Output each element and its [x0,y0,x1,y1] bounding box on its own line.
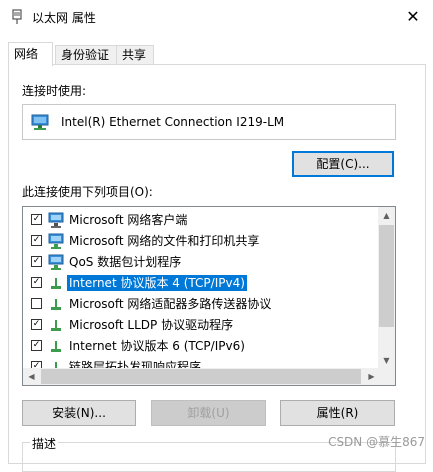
items-label: 此连接使用下列项目(O): [22,185,153,199]
vertical-scroll-thumb[interactable] [379,225,394,327]
list-item[interactable]: Microsoft 网络适配器多路传送器协议 [23,294,377,315]
list-item-label: Internet 协议版本 4 (TCP/IPv4) [67,275,247,291]
list-item[interactable]: ✓ QoS 数据包计划程序 [23,252,377,273]
list-item-label: Microsoft 网络的文件和打印机共享 [69,234,260,248]
properties-button[interactable]: 属性(R) [280,400,395,426]
title-bar: 以太网 属性 ✕ [0,0,433,34]
close-button[interactable]: ✕ [393,0,433,32]
checkbox[interactable]: ✓ [31,340,42,351]
uninstall-button[interactable]: 卸载(U) [151,400,266,426]
items-list[interactable]: ✓ Microsoft 网络客户端 ✓ Microsoft 网络的文件和打印机共… [22,206,396,386]
network-client-icon [48,212,64,228]
close-icon: ✕ [406,6,420,26]
checkbox[interactable]: ✓ [31,277,42,288]
vertical-scrollbar[interactable]: ▲ ▼ [378,207,395,369]
tab-authentication[interactable]: 身份验证 [55,45,117,65]
tab-network[interactable]: 网络 [8,42,53,66]
scroll-corner [378,368,395,385]
list-item[interactable]: ✓ Internet 协议版本 4 (TCP/IPv4) [23,273,377,294]
checkbox[interactable]: ✓ [31,256,42,267]
ethernet-icon [12,9,22,24]
protocol-icon [51,320,61,331]
network-adapter-icon [31,114,49,130]
checkbox[interactable]: ✓ [31,319,42,330]
list-item[interactable]: ✓ Microsoft LLDP 协议驱动程序 [23,315,377,336]
list-item-label: QoS 数据包计划程序 [69,255,182,269]
description-label: 描述 [30,435,59,452]
checkbox[interactable]: ✓ [31,214,42,225]
list-item[interactable]: ✓ Microsoft 网络客户端 [23,210,377,231]
list-item-label: Microsoft 网络适配器多路传送器协议 [69,297,272,311]
scroll-up-arrow-icon[interactable]: ▲ [378,207,395,224]
checkbox[interactable] [31,298,42,309]
configure-button[interactable]: 配置(C)... [292,151,394,177]
adapter-name: Intel(R) Ethernet Connection I219-LM [61,115,285,129]
protocol-icon [51,299,61,310]
horizontal-scrollbar[interactable]: ◀ ▶ [23,368,380,385]
protocol-icon [51,341,61,352]
network-service-icon [48,233,64,249]
window-title: 以太网 属性 [32,11,96,25]
list-item-label: Internet 协议版本 6 (TCP/IPv6) [69,339,245,353]
protocol-icon [51,278,61,289]
list-item[interactable]: ✓ Internet 协议版本 6 (TCP/IPv6) [23,336,377,357]
list-item[interactable]: ✓ Microsoft 网络的文件和打印机共享 [23,231,377,252]
install-button[interactable]: 安装(N)... [22,400,136,426]
scroll-left-arrow-icon[interactable]: ◀ [23,368,40,385]
horizontal-scroll-thumb[interactable] [41,369,361,384]
connect-using-label: 连接时使用: [22,84,87,98]
list-item-label: Microsoft LLDP 协议驱动程序 [69,318,234,332]
tab-sharing[interactable]: 共享 [116,45,154,65]
list-item-label: Microsoft 网络客户端 [69,213,188,227]
checkbox[interactable]: ✓ [31,235,42,246]
watermark: CSDN @慕生867 [328,435,425,449]
network-service-icon [48,254,64,270]
scroll-down-arrow-icon[interactable]: ▼ [378,352,395,369]
adapter-box: Intel(R) Ethernet Connection I219-LM [22,104,396,140]
